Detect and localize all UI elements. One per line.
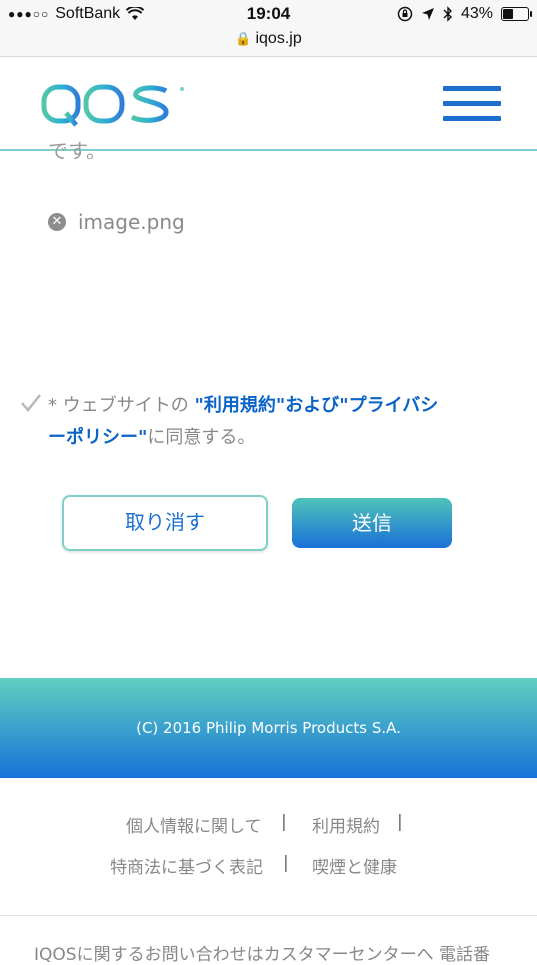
consent-line-1: * ウェブサイトの "利用規約"および"プライバシ xyxy=(20,390,490,422)
battery-percent: 43% xyxy=(460,5,493,22)
privacy-link-part1[interactable]: "プライバシ xyxy=(339,395,438,416)
footer-links-row-2: 特商法に基づく表記 | 喫煙と健康 xyxy=(0,853,537,879)
consent-checkbox[interactable] xyxy=(20,392,42,414)
status-bar: ●●●○○ SoftBank 19:04 43% xyxy=(0,0,537,28)
battery-level xyxy=(503,9,513,19)
privacy-link-part2[interactable]: ーポリシー" xyxy=(48,427,147,448)
footer-link-personal-info[interactable]: 個人情報に関して xyxy=(126,812,262,837)
cancel-button[interactable]: 取り消す xyxy=(62,495,268,551)
address-bar[interactable]: 🔒 iqos.jp xyxy=(0,28,537,57)
submit-button[interactable]: 送信 xyxy=(292,498,452,548)
consent-prefix: ウェブサイトの xyxy=(62,395,189,416)
consent-and: および xyxy=(285,395,340,416)
footer-copyright-band: (C) 2016 Philip Morris Products S.A. xyxy=(0,678,537,778)
footer-separator: | xyxy=(397,812,403,832)
consent-line-2: ーポリシー"に同意する。 xyxy=(20,422,490,454)
iqos-logo[interactable] xyxy=(28,83,188,127)
consent-suffix: に同意する。 xyxy=(147,427,256,448)
menu-bar-top xyxy=(443,86,501,91)
copyright-text: (C) 2016 Philip Morris Products S.A. xyxy=(136,719,401,737)
lock-icon: 🔒 xyxy=(235,31,252,46)
menu-hamburger-icon[interactable] xyxy=(443,86,501,122)
remove-attachment-icon[interactable]: ✕ xyxy=(48,213,66,231)
menu-bar-middle xyxy=(443,101,501,106)
footer-link-terms[interactable]: 利用規約 xyxy=(312,812,380,837)
footer-links-row-1: 個人情報に関して | 利用規約 | xyxy=(0,812,537,838)
menu-bar-bottom xyxy=(443,116,501,121)
footer-separator: | xyxy=(283,853,289,873)
status-right: 43% xyxy=(397,5,532,23)
location-arrow-icon xyxy=(421,8,434,20)
footer-divider xyxy=(0,915,537,916)
url-text: iqos.jp xyxy=(255,30,302,47)
footer-link-commercial-law[interactable]: 特商法に基づく表記 xyxy=(110,853,263,878)
consent-checkbox-row: * ウェブサイトの "利用規約"および"プライバシ ーポリシー"に同意する。 xyxy=(20,390,490,454)
footer-separator: | xyxy=(281,812,287,832)
attachment-row: ✕ image.png xyxy=(48,210,185,234)
rotation-lock-icon xyxy=(397,6,413,22)
required-asterisk: * xyxy=(48,395,57,416)
terms-link[interactable]: "利用規約" xyxy=(194,395,285,416)
battery-icon xyxy=(501,7,532,21)
bluetooth-icon xyxy=(443,6,452,22)
customer-center-text: IQOSに関するお問い合わせはカスタマーセンターへ 電話番 xyxy=(34,945,490,965)
cut-off-text: です。 xyxy=(48,139,106,159)
footer-link-smoking-health[interactable]: 喫煙と健康 xyxy=(312,853,397,878)
attachment-file-name: image.png xyxy=(78,210,185,234)
